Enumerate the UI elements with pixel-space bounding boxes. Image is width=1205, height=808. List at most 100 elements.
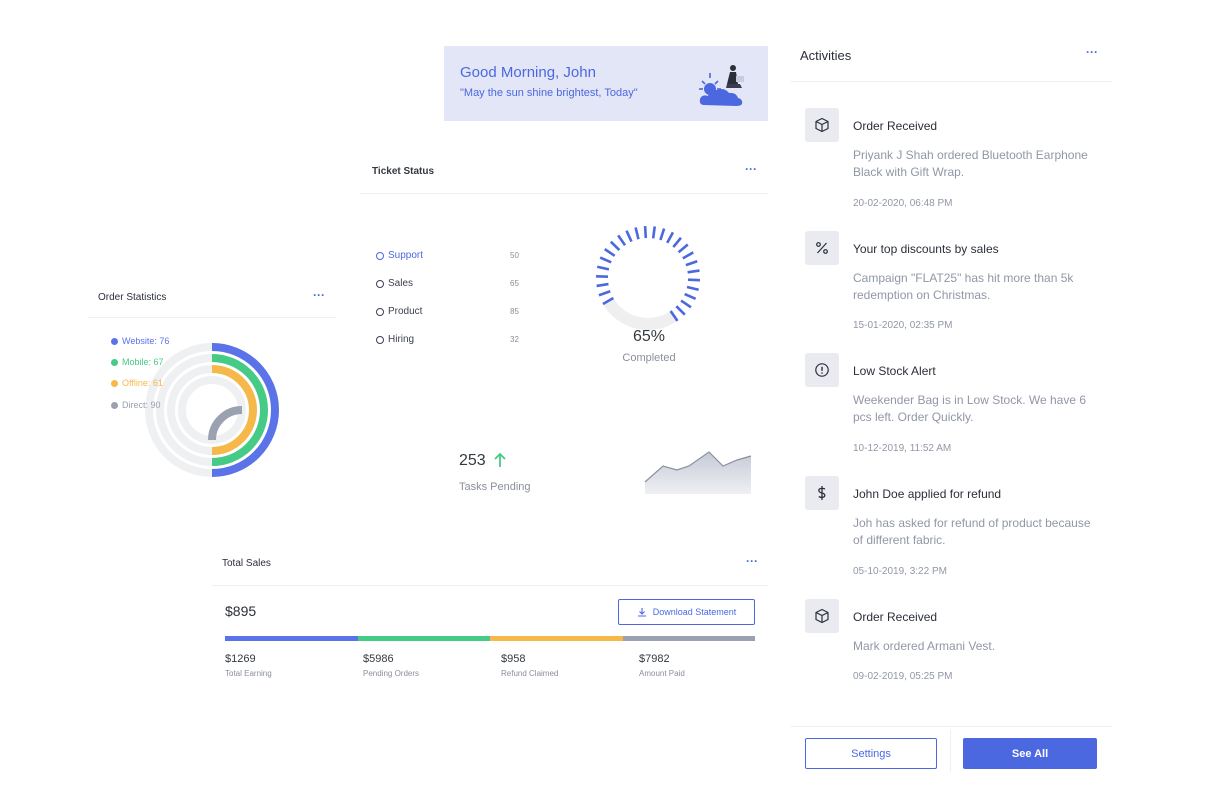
gauge-tick bbox=[598, 290, 611, 297]
legend-direct: Direct: 90 bbox=[111, 400, 161, 410]
legend-label: Mobile: 67 bbox=[122, 357, 164, 367]
see-all-button[interactable]: See All bbox=[963, 738, 1097, 769]
ticket-item-value: 50 bbox=[510, 251, 519, 260]
gauge-tick bbox=[609, 240, 621, 251]
ticket-item-label: Hiring bbox=[388, 334, 415, 345]
box-icon bbox=[805, 599, 839, 633]
legend-label: Direct: 90 bbox=[122, 400, 161, 410]
pending-orders-label: Pending Orders bbox=[363, 669, 420, 678]
ticket-status-title: Ticket Status bbox=[372, 166, 435, 177]
gauge-tick bbox=[617, 234, 627, 246]
gauge-tick bbox=[643, 226, 648, 239]
ticket-item-value: 32 bbox=[510, 335, 519, 344]
legend-dot-icon bbox=[111, 401, 118, 409]
divider bbox=[790, 81, 1112, 82]
activity-title: Order Received bbox=[853, 119, 938, 133]
gauge-tick bbox=[687, 278, 701, 282]
ticket-item-sales[interactable]: Sales bbox=[376, 278, 413, 289]
greeting-subtitle: "May the sun shine brightest, Today" bbox=[460, 87, 638, 99]
activity-description: Mark ordered Armani Vest. bbox=[853, 639, 996, 653]
legend-dot-icon bbox=[111, 379, 118, 387]
total-sales-title: Total Sales bbox=[222, 558, 271, 569]
gauge-tick bbox=[687, 269, 700, 274]
gauge-tick bbox=[680, 299, 692, 309]
pending-orders-value: $5986 bbox=[363, 653, 394, 665]
tasks-pending-value: 253 bbox=[459, 452, 486, 469]
activity-title: John Doe applied for refund bbox=[853, 487, 1002, 501]
gauge-tick bbox=[666, 231, 675, 244]
gauge-tick bbox=[625, 230, 633, 243]
greeting-banner: Good Morning, John "May the sun shine br… bbox=[444, 46, 768, 121]
gauge-tick bbox=[596, 282, 609, 288]
divider bbox=[88, 317, 336, 318]
segment-total-earning bbox=[225, 636, 358, 641]
total-earning-label: Total Earning bbox=[225, 669, 272, 678]
divider bbox=[360, 193, 768, 194]
radio-icon bbox=[376, 335, 384, 344]
amount-paid-value: $7982 bbox=[639, 653, 670, 665]
total-sales-amount: $895 bbox=[225, 603, 257, 619]
total-earning-value: $1269 bbox=[225, 653, 256, 665]
gauge-tick bbox=[672, 236, 682, 248]
order-statistics-menu-icon[interactable]: ··· bbox=[313, 288, 325, 302]
ticket-item-hiring[interactable]: Hiring bbox=[376, 334, 414, 345]
activity-time: 09-02-2019, 05:25 PM bbox=[853, 671, 953, 682]
legend-label: Offline: 61 bbox=[122, 378, 163, 388]
gauge-tick bbox=[651, 226, 657, 239]
ticket-item-product[interactable]: Product bbox=[376, 306, 422, 317]
gauge-tick bbox=[685, 259, 698, 267]
activity-time: 20-02-2020, 06:48 PM bbox=[853, 198, 953, 209]
divider bbox=[790, 726, 1112, 727]
legend-website: Website: 76 bbox=[111, 336, 169, 346]
legend-dot-icon bbox=[111, 358, 118, 366]
gauge-tick bbox=[596, 265, 610, 271]
gauge-tick bbox=[675, 305, 686, 316]
alert-circle-icon bbox=[805, 353, 839, 387]
download-statement-button[interactable]: Download Statement bbox=[618, 599, 755, 625]
gauge-tick bbox=[659, 228, 666, 241]
ticket-status-menu-icon[interactable]: ··· bbox=[745, 162, 757, 176]
download-statement-label: Download Statement bbox=[652, 607, 737, 617]
total-sales-menu-icon[interactable]: ··· bbox=[746, 554, 758, 568]
gauge-tick bbox=[677, 243, 689, 254]
download-icon bbox=[637, 608, 646, 617]
ticket-item-label: Sales bbox=[388, 278, 414, 289]
order-statistics-title: Order Statistics bbox=[98, 292, 167, 303]
gauge-tick bbox=[599, 256, 612, 264]
settings-button[interactable]: Settings bbox=[805, 738, 937, 769]
ticket-item-support[interactable]: Support bbox=[376, 250, 423, 261]
sparkline-chart bbox=[644, 451, 752, 494]
activity-description: Joh has asked for refund of product beca… bbox=[853, 516, 1091, 547]
percent-icon bbox=[805, 231, 839, 265]
gauge-tick bbox=[634, 227, 640, 240]
sales-progress-bar bbox=[225, 636, 755, 641]
sun-cloud-illustration-icon bbox=[699, 65, 744, 106]
activity-time: 15-01-2020, 02:35 PM bbox=[853, 320, 953, 331]
activity-description: Campaign "FLAT25" has hit more than 5k r… bbox=[853, 271, 1074, 302]
gauge-label: Completed bbox=[622, 352, 676, 364]
activity-title: Order Received bbox=[853, 610, 938, 624]
activities-menu-icon[interactable]: ··· bbox=[1086, 45, 1098, 59]
gauge-tick bbox=[684, 292, 697, 301]
activity-time: 05-10-2019, 3:22 PM bbox=[853, 566, 947, 577]
activity-title: Your top discounts by sales bbox=[853, 242, 999, 256]
segment-pending-orders bbox=[357, 636, 490, 641]
ticket-item-value: 65 bbox=[510, 279, 519, 288]
activities-title: Activities bbox=[800, 48, 852, 63]
radio-icon bbox=[376, 279, 384, 288]
ticket-item-label: Product bbox=[388, 306, 423, 317]
greeting-title: Good Morning, John bbox=[460, 64, 596, 81]
gauge-tick bbox=[604, 248, 616, 257]
legend-label: Website: 76 bbox=[122, 336, 170, 346]
box-icon bbox=[805, 108, 839, 142]
divider bbox=[950, 730, 951, 772]
refund-claimed-label: Refund Claimed bbox=[501, 669, 559, 678]
legend-dot-icon bbox=[111, 337, 118, 345]
gauge-tick bbox=[682, 251, 694, 260]
ticket-item-value: 85 bbox=[510, 307, 519, 316]
segment-refund-claimed bbox=[490, 636, 623, 641]
segment-amount-paid bbox=[622, 636, 755, 641]
gauge-value: 65% bbox=[632, 328, 666, 345]
legend-mobile: Mobile: 67 bbox=[111, 357, 164, 367]
arrow-up-icon bbox=[494, 452, 506, 467]
